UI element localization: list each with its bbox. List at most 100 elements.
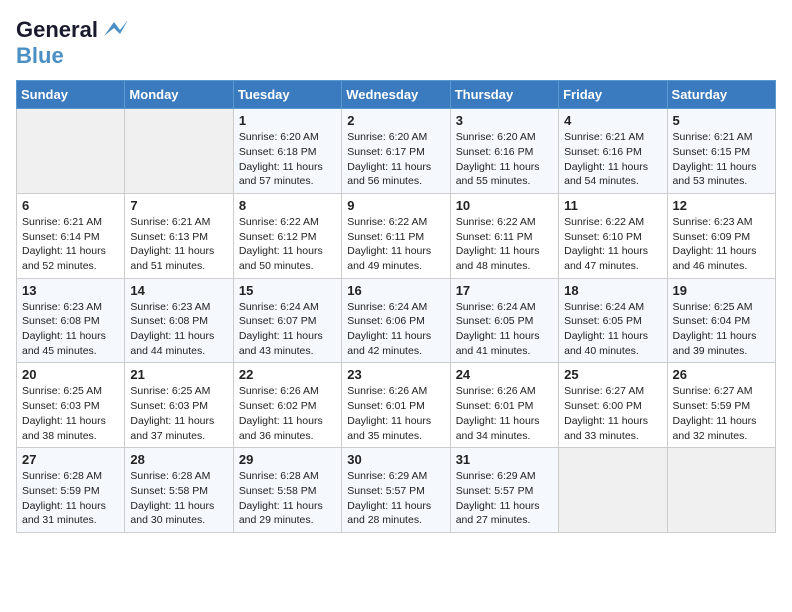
cell-info: Sunrise: 6:25 AM Sunset: 6:03 PM Dayligh… — [22, 384, 119, 443]
calendar-cell: 16 Sunrise: 6:24 AM Sunset: 6:06 PM Dayli… — [342, 278, 450, 363]
calendar-cell — [125, 109, 233, 194]
calendar-cell: 27 Sunrise: 6:28 AM Sunset: 5:59 PM Dayli… — [17, 448, 125, 533]
calendar-cell: 14 Sunrise: 6:23 AM Sunset: 6:08 PM Dayli… — [125, 278, 233, 363]
weekday-header-sunday: Sunday — [17, 81, 125, 109]
cell-info: Sunrise: 6:20 AM Sunset: 6:17 PM Dayligh… — [347, 130, 444, 189]
calendar-cell: 1Sunrise: 6:20 AM Sunset: 6:18 PM Daylig… — [233, 109, 341, 194]
cell-info: Sunrise: 6:22 AM Sunset: 6:11 PM Dayligh… — [347, 215, 444, 274]
logo-bird-icon — [100, 16, 128, 44]
cell-info: Sunrise: 6:22 AM Sunset: 6:12 PM Dayligh… — [239, 215, 336, 274]
day-number: 24 — [456, 367, 553, 382]
day-number: 2 — [347, 113, 444, 128]
day-number: 7 — [130, 198, 227, 213]
logo-text: General — [16, 18, 98, 42]
day-number: 18 — [564, 283, 661, 298]
cell-info: Sunrise: 6:21 AM Sunset: 6:16 PM Dayligh… — [564, 130, 661, 189]
logo-blue-text: Blue — [16, 43, 64, 68]
cell-info: Sunrise: 6:23 AM Sunset: 6:08 PM Dayligh… — [22, 300, 119, 359]
calendar-cell: 9 Sunrise: 6:22 AM Sunset: 6:11 PM Daylig… — [342, 193, 450, 278]
calendar-cell: 6 Sunrise: 6:21 AM Sunset: 6:14 PM Daylig… — [17, 193, 125, 278]
cell-info: Sunrise: 6:25 AM Sunset: 6:04 PM Dayligh… — [673, 300, 770, 359]
cell-info: Sunrise: 6:26 AM Sunset: 6:01 PM Dayligh… — [456, 384, 553, 443]
cell-info: Sunrise: 6:21 AM Sunset: 6:14 PM Dayligh… — [22, 215, 119, 274]
calendar-cell — [667, 448, 775, 533]
calendar-cell: 5Sunrise: 6:21 AM Sunset: 6:15 PM Daylig… — [667, 109, 775, 194]
day-number: 5 — [673, 113, 770, 128]
calendar-cell: 4 Sunrise: 6:21 AM Sunset: 6:16 PM Daylig… — [559, 109, 667, 194]
day-number: 23 — [347, 367, 444, 382]
calendar-cell: 13Sunrise: 6:23 AM Sunset: 6:08 PM Dayli… — [17, 278, 125, 363]
day-number: 27 — [22, 452, 119, 467]
day-number: 28 — [130, 452, 227, 467]
calendar-cell: 2 Sunrise: 6:20 AM Sunset: 6:17 PM Daylig… — [342, 109, 450, 194]
calendar-cell: 28 Sunrise: 6:28 AM Sunset: 5:58 PM Dayli… — [125, 448, 233, 533]
day-number: 19 — [673, 283, 770, 298]
day-number: 25 — [564, 367, 661, 382]
calendar-cell: 12 Sunrise: 6:23 AM Sunset: 6:09 PM Dayli… — [667, 193, 775, 278]
day-number: 20 — [22, 367, 119, 382]
calendar-cell: 25 Sunrise: 6:27 AM Sunset: 6:00 PM Dayli… — [559, 363, 667, 448]
cell-info: Sunrise: 6:24 AM Sunset: 6:06 PM Dayligh… — [347, 300, 444, 359]
weekday-header-wednesday: Wednesday — [342, 81, 450, 109]
day-number: 3 — [456, 113, 553, 128]
cell-info: Sunrise: 6:28 AM Sunset: 5:58 PM Dayligh… — [130, 469, 227, 528]
calendar-cell: 15 Sunrise: 6:24 AM Sunset: 6:07 PM Dayli… — [233, 278, 341, 363]
weekday-header-saturday: Saturday — [667, 81, 775, 109]
calendar-cell: 17 Sunrise: 6:24 AM Sunset: 6:05 PM Dayli… — [450, 278, 558, 363]
day-number: 6 — [22, 198, 119, 213]
calendar-table: SundayMondayTuesdayWednesdayThursdayFrid… — [16, 80, 776, 533]
cell-info: Sunrise: 6:26 AM Sunset: 6:02 PM Dayligh… — [239, 384, 336, 443]
cell-info: Sunrise: 6:29 AM Sunset: 5:57 PM Dayligh… — [456, 469, 553, 528]
calendar-cell: 18 Sunrise: 6:24 AM Sunset: 6:05 PM Dayli… — [559, 278, 667, 363]
calendar-cell: 8 Sunrise: 6:22 AM Sunset: 6:12 PM Daylig… — [233, 193, 341, 278]
calendar-cell: 30 Sunrise: 6:29 AM Sunset: 5:57 PM Dayli… — [342, 448, 450, 533]
day-number: 26 — [673, 367, 770, 382]
day-number: 4 — [564, 113, 661, 128]
day-number: 16 — [347, 283, 444, 298]
day-number: 22 — [239, 367, 336, 382]
cell-info: Sunrise: 6:24 AM Sunset: 6:05 PM Dayligh… — [564, 300, 661, 359]
calendar-cell — [17, 109, 125, 194]
cell-info: Sunrise: 6:23 AM Sunset: 6:09 PM Dayligh… — [673, 215, 770, 274]
cell-info: Sunrise: 6:28 AM Sunset: 5:58 PM Dayligh… — [239, 469, 336, 528]
cell-info: Sunrise: 6:22 AM Sunset: 6:11 PM Dayligh… — [456, 215, 553, 274]
day-number: 8 — [239, 198, 336, 213]
page-header: General Blue — [16, 16, 776, 68]
calendar-cell: 31 Sunrise: 6:29 AM Sunset: 5:57 PM Dayli… — [450, 448, 558, 533]
cell-info: Sunrise: 6:27 AM Sunset: 6:00 PM Dayligh… — [564, 384, 661, 443]
cell-info: Sunrise: 6:22 AM Sunset: 6:10 PM Dayligh… — [564, 215, 661, 274]
logo: General Blue — [16, 16, 128, 68]
day-number: 15 — [239, 283, 336, 298]
weekday-header-tuesday: Tuesday — [233, 81, 341, 109]
cell-info: Sunrise: 6:23 AM Sunset: 6:08 PM Dayligh… — [130, 300, 227, 359]
cell-info: Sunrise: 6:29 AM Sunset: 5:57 PM Dayligh… — [347, 469, 444, 528]
cell-info: Sunrise: 6:26 AM Sunset: 6:01 PM Dayligh… — [347, 384, 444, 443]
weekday-header-friday: Friday — [559, 81, 667, 109]
calendar-cell: 24 Sunrise: 6:26 AM Sunset: 6:01 PM Dayli… — [450, 363, 558, 448]
day-number: 31 — [456, 452, 553, 467]
calendar-cell: 26 Sunrise: 6:27 AM Sunset: 5:59 PM Dayli… — [667, 363, 775, 448]
day-number: 12 — [673, 198, 770, 213]
day-number: 11 — [564, 198, 661, 213]
day-number: 1 — [239, 113, 336, 128]
calendar-cell — [559, 448, 667, 533]
cell-info: Sunrise: 6:25 AM Sunset: 6:03 PM Dayligh… — [130, 384, 227, 443]
calendar-cell: 21 Sunrise: 6:25 AM Sunset: 6:03 PM Dayli… — [125, 363, 233, 448]
cell-info: Sunrise: 6:24 AM Sunset: 6:07 PM Dayligh… — [239, 300, 336, 359]
calendar-cell: 3Sunrise: 6:20 AM Sunset: 6:16 PM Daylig… — [450, 109, 558, 194]
weekday-header-monday: Monday — [125, 81, 233, 109]
calendar-cell: 11 Sunrise: 6:22 AM Sunset: 6:10 PM Dayli… — [559, 193, 667, 278]
day-number: 10 — [456, 198, 553, 213]
cell-info: Sunrise: 6:24 AM Sunset: 6:05 PM Dayligh… — [456, 300, 553, 359]
day-number: 14 — [130, 283, 227, 298]
day-number: 21 — [130, 367, 227, 382]
day-number: 17 — [456, 283, 553, 298]
day-number: 9 — [347, 198, 444, 213]
calendar-cell: 19 Sunrise: 6:25 AM Sunset: 6:04 PM Dayli… — [667, 278, 775, 363]
cell-info: Sunrise: 6:28 AM Sunset: 5:59 PM Dayligh… — [22, 469, 119, 528]
calendar-cell: 29Sunrise: 6:28 AM Sunset: 5:58 PM Dayli… — [233, 448, 341, 533]
calendar-cell: 22 Sunrise: 6:26 AM Sunset: 6:02 PM Dayli… — [233, 363, 341, 448]
day-number: 30 — [347, 452, 444, 467]
calendar-cell: 23 Sunrise: 6:26 AM Sunset: 6:01 PM Dayli… — [342, 363, 450, 448]
cell-info: Sunrise: 6:27 AM Sunset: 5:59 PM Dayligh… — [673, 384, 770, 443]
